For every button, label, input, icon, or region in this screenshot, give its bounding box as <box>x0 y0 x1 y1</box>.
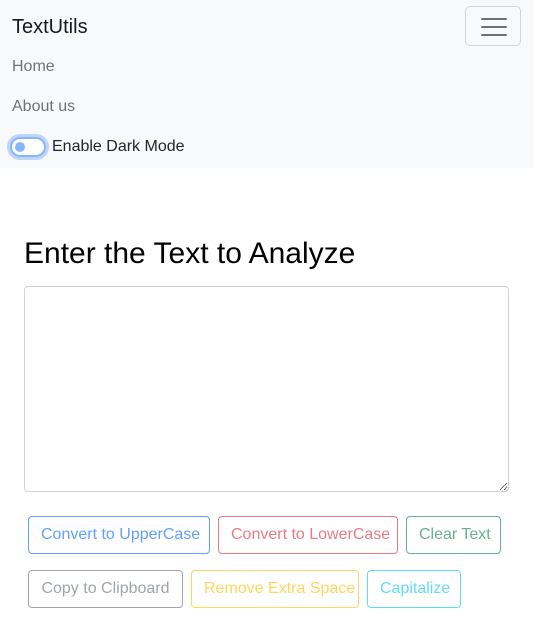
toggle-knob <box>15 142 25 152</box>
convert-lowercase-button[interactable]: Convert to LowerCase <box>218 516 398 554</box>
hamburger-menu-icon <box>481 18 507 36</box>
dark-mode-label[interactable]: Enable Dark Mode <box>52 137 185 157</box>
convert-uppercase-button[interactable]: Convert to UpperCase <box>28 516 210 554</box>
clear-text-button[interactable]: Clear Text <box>406 516 501 554</box>
navbar: TextUtils Home About us Enable Dark Mode <box>0 0 534 168</box>
nav-link-about-us[interactable]: About us <box>12 97 75 117</box>
nav-link-home[interactable]: Home <box>12 57 55 77</box>
page-heading: Enter the Text to Analyze <box>24 237 356 270</box>
dark-mode-switch-row: Enable Dark Mode <box>10 136 185 158</box>
dark-mode-toggle[interactable] <box>10 137 46 157</box>
copy-clipboard-button[interactable]: Copy to Clipboard <box>28 570 183 608</box>
capitalize-button[interactable]: Capitalize <box>367 570 461 608</box>
navbar-toggler-button[interactable] <box>465 6 521 46</box>
brand-logo-link[interactable]: TextUtils <box>12 14 88 40</box>
remove-extra-space-button[interactable]: Remove Extra Space <box>191 570 359 608</box>
text-input-area[interactable] <box>24 286 509 492</box>
